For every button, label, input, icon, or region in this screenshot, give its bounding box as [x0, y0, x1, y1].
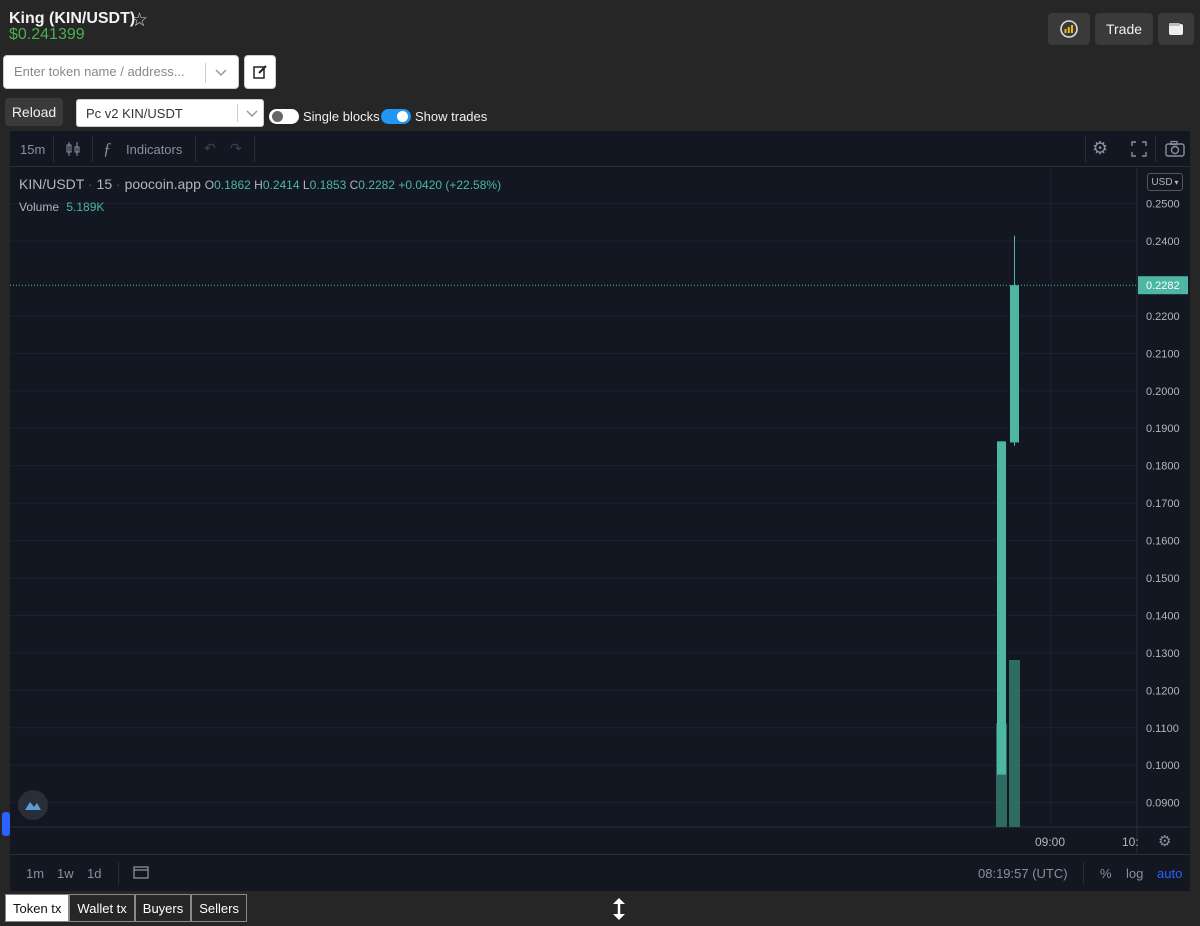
range-1w-button[interactable]: 1w	[57, 866, 74, 881]
legend-h-label: H	[254, 178, 263, 192]
log-scale-button[interactable]: log	[1126, 866, 1143, 881]
volume-label: Volume	[19, 200, 60, 214]
tradingview-logo-icon[interactable]	[18, 790, 48, 820]
price-tick-label: 0.1800	[1146, 461, 1180, 473]
legend-high: 0.2414	[262, 178, 300, 192]
volume-value: 5.189K	[66, 200, 105, 214]
date-range-icon[interactable]	[133, 865, 149, 879]
candle-body	[1010, 285, 1019, 443]
time-tick: 10:	[1122, 835, 1139, 849]
tab-buyers[interactable]: Buyers	[134, 894, 192, 922]
transaction-tabs: Token tx Wallet tx Buyers Sellers	[5, 894, 247, 924]
price-tick-label: 0.1900	[1146, 423, 1180, 435]
percent-scale-button[interactable]: %	[1100, 866, 1112, 881]
legend-c-label: C	[349, 178, 359, 192]
candlestick-plot: 0.2500 0.2400 0.2200 0.2100 0.2000 0.1900 0.18…	[10, 168, 1190, 854]
tab-wallet-tx[interactable]: Wallet tx	[69, 894, 135, 922]
price-tick-label: 0.1000	[1146, 760, 1180, 772]
legend-change: +0.0420 (+22.58%)	[398, 178, 502, 192]
price-tick-label: 0.2400	[1146, 236, 1180, 248]
tab-token-tx[interactable]: Token tx	[5, 894, 70, 922]
currency-selector[interactable]: USD ▾	[1147, 173, 1183, 191]
volume-bar	[1009, 660, 1020, 827]
price-tick-label: 0.1500	[1146, 573, 1180, 585]
legend-low: 0.1853	[309, 178, 347, 192]
toolbar-divider	[1083, 862, 1084, 884]
auto-scale-button[interactable]: auto	[1157, 866, 1182, 881]
price-tick-label: 0.2000	[1146, 386, 1180, 398]
time-tick: 09:00	[1035, 835, 1066, 849]
legend-open: 0.1862	[214, 178, 251, 192]
axis-settings-gear-icon[interactable]: ⚙	[1158, 832, 1171, 850]
legend-close: 0.2282	[358, 178, 395, 192]
tab-sellers[interactable]: Sellers	[191, 894, 247, 922]
price-tick-label: 0.1700	[1146, 498, 1180, 510]
legend-symbol: KIN/USDT	[19, 176, 85, 192]
currency-value: USD	[1151, 176, 1173, 188]
legend-o-label: O	[204, 178, 215, 192]
range-1d-button[interactable]: 1d	[87, 866, 101, 881]
legend-interval: 15	[96, 176, 113, 192]
current-price-tag: 0.2282	[1146, 280, 1180, 292]
price-tick-label: 0.2500	[1146, 199, 1180, 211]
price-tick-label: 0.2200	[1146, 311, 1180, 323]
price-tick-label: 0.1200	[1146, 685, 1180, 697]
price-tick-label: 0.1100	[1146, 723, 1179, 735]
volume-legend: Volume 5.189K	[19, 200, 104, 214]
price-tick-label: 0.1600	[1146, 536, 1180, 548]
toolbar-divider	[118, 862, 119, 884]
candle-body	[997, 441, 1006, 775]
cloud-icon	[25, 802, 41, 810]
price-tick-label: 0.2100	[1146, 348, 1180, 360]
price-tick-label: 0.1400	[1146, 610, 1180, 622]
legend-l-label: L	[302, 178, 310, 192]
price-tick-label: 0.1300	[1146, 648, 1180, 660]
resize-vertical-icon[interactable]	[611, 897, 627, 921]
utc-clock: 08:19:57 (UTC)	[978, 866, 1068, 881]
bottom-toolbar-divider	[10, 854, 1190, 855]
legend-source: poocoin.app	[124, 176, 201, 192]
price-tick-label: 0.0900	[1146, 798, 1180, 810]
side-panel-handle[interactable]	[2, 812, 10, 836]
chart-legend: KIN/USDT · 15 · poocoin.app O0.1862 H0.2…	[19, 176, 502, 192]
range-1m-button[interactable]: 1m	[26, 866, 44, 881]
